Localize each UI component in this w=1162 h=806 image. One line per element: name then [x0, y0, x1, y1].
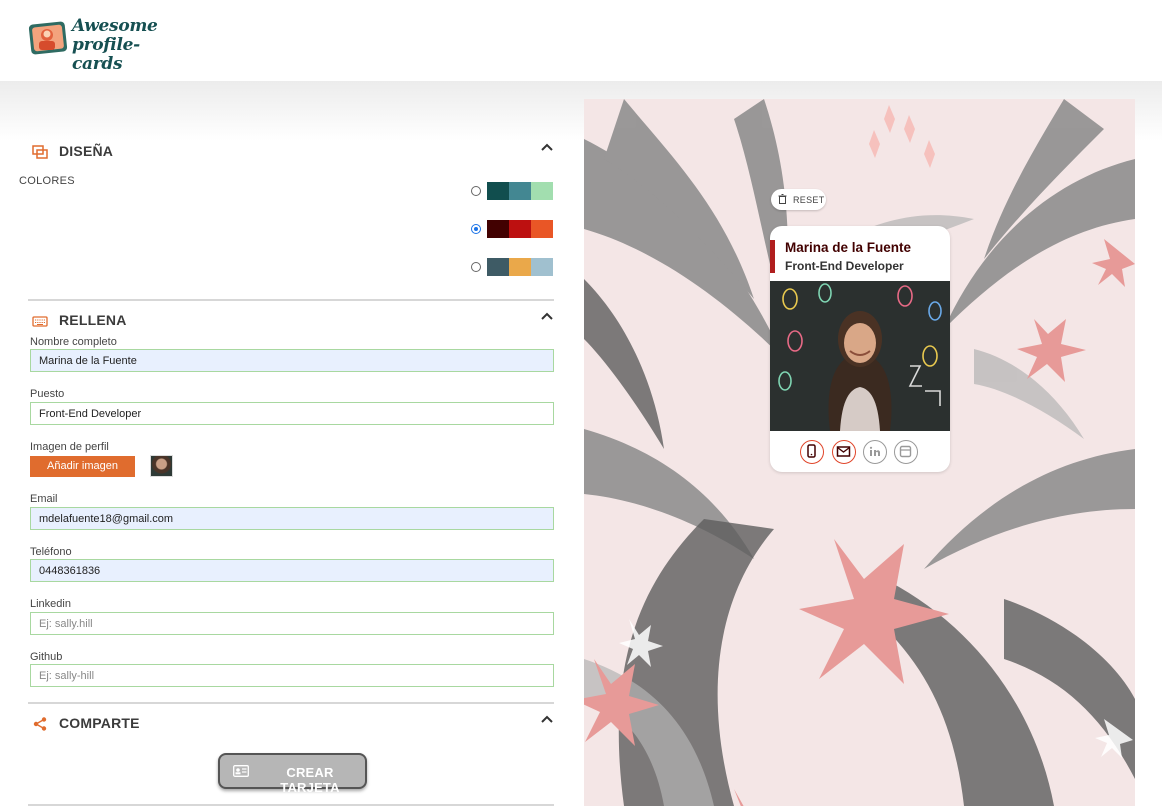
profile-image-thumbnail [150, 455, 173, 477]
share-icon [33, 717, 47, 731]
fill-section-title: RELLENA [59, 312, 127, 328]
fill-section-header[interactable]: RELLENA [28, 309, 556, 335]
image-label: Imagen de perfil [30, 441, 109, 453]
profile-photo [770, 281, 950, 431]
job-input[interactable] [30, 402, 554, 425]
logo-line-2: profile-cards [72, 35, 140, 74]
colors-label: COLORES [19, 175, 75, 187]
app-logo[interactable]: Awesome profile-cards [28, 16, 180, 74]
palette-2-swatch-3 [531, 220, 553, 238]
palette-3-swatch-1 [487, 258, 509, 276]
add-image-button[interactable]: Añadir imagen [30, 456, 135, 477]
logo-badge-icon [28, 21, 68, 55]
create-card-button[interactable]: CREAR TARJETA [218, 753, 367, 795]
palette-2-swatch-2 [509, 220, 531, 238]
trash-icon [778, 194, 787, 204]
reset-label: RESET [793, 195, 825, 205]
name-label: Nombre completo [30, 336, 117, 348]
chevron-up-icon[interactable] [540, 309, 554, 323]
section-divider [28, 702, 554, 704]
palette-3-swatch-3 [531, 258, 553, 276]
phone-input[interactable] [30, 559, 554, 582]
create-card-label: CREAR TARJETA [280, 765, 340, 795]
section-divider [28, 299, 554, 301]
palette-radio-1[interactable] [471, 186, 481, 196]
palette-option-1[interactable] [471, 182, 555, 200]
design-section-title: DISEÑA [59, 143, 114, 159]
github-label: Github [30, 651, 63, 663]
mobile-phone-icon[interactable] [800, 440, 824, 464]
chevron-up-icon[interactable] [540, 140, 554, 154]
palette-3-swatch-2 [509, 258, 531, 276]
logo-text: Awesome profile-cards [72, 17, 180, 74]
share-section-header[interactable]: COMPARTE [28, 712, 556, 738]
palette-1-swatch-2 [509, 182, 531, 200]
palette-radio-3[interactable] [471, 262, 481, 272]
github-input[interactable] [30, 664, 554, 687]
palette-1-swatch-1 [487, 182, 509, 200]
logo-line-1: Awesome [72, 16, 158, 36]
profile-card: Marina de la Fuente Front-End Developer [770, 226, 950, 472]
job-label: Puesto [30, 388, 65, 400]
envelope-icon[interactable] [832, 440, 856, 464]
app-header: Awesome profile-cards [0, 0, 1162, 81]
linkedin-icon[interactable] [863, 440, 887, 464]
card-accent-bar [770, 240, 775, 273]
share-section-title: COMPARTE [59, 715, 140, 731]
card-name: Marina de la Fuente [785, 240, 912, 255]
phone-label: Teléfono [30, 546, 72, 558]
palette-2-swatch-1 [487, 220, 509, 238]
design-section-header[interactable]: DISEÑA [28, 140, 556, 166]
palette-1-swatch-3 [531, 182, 553, 200]
name-input[interactable] [30, 349, 554, 372]
email-input[interactable] [30, 507, 554, 530]
id-card-icon [233, 765, 249, 777]
reset-button[interactable]: RESET [771, 189, 826, 210]
palette-radio-2[interactable] [471, 224, 481, 234]
linkedin-label: Linkedin [30, 598, 71, 610]
chevron-up-icon[interactable] [540, 712, 554, 726]
palette-option-3[interactable] [471, 258, 555, 276]
design-icon [32, 145, 48, 159]
email-label: Email [30, 493, 58, 505]
github-icon[interactable] [894, 440, 918, 464]
palette-option-2[interactable] [471, 220, 555, 238]
card-job: Front-End Developer [785, 259, 904, 273]
linkedin-input[interactable] [30, 612, 554, 635]
keyboard-icon [32, 316, 48, 327]
